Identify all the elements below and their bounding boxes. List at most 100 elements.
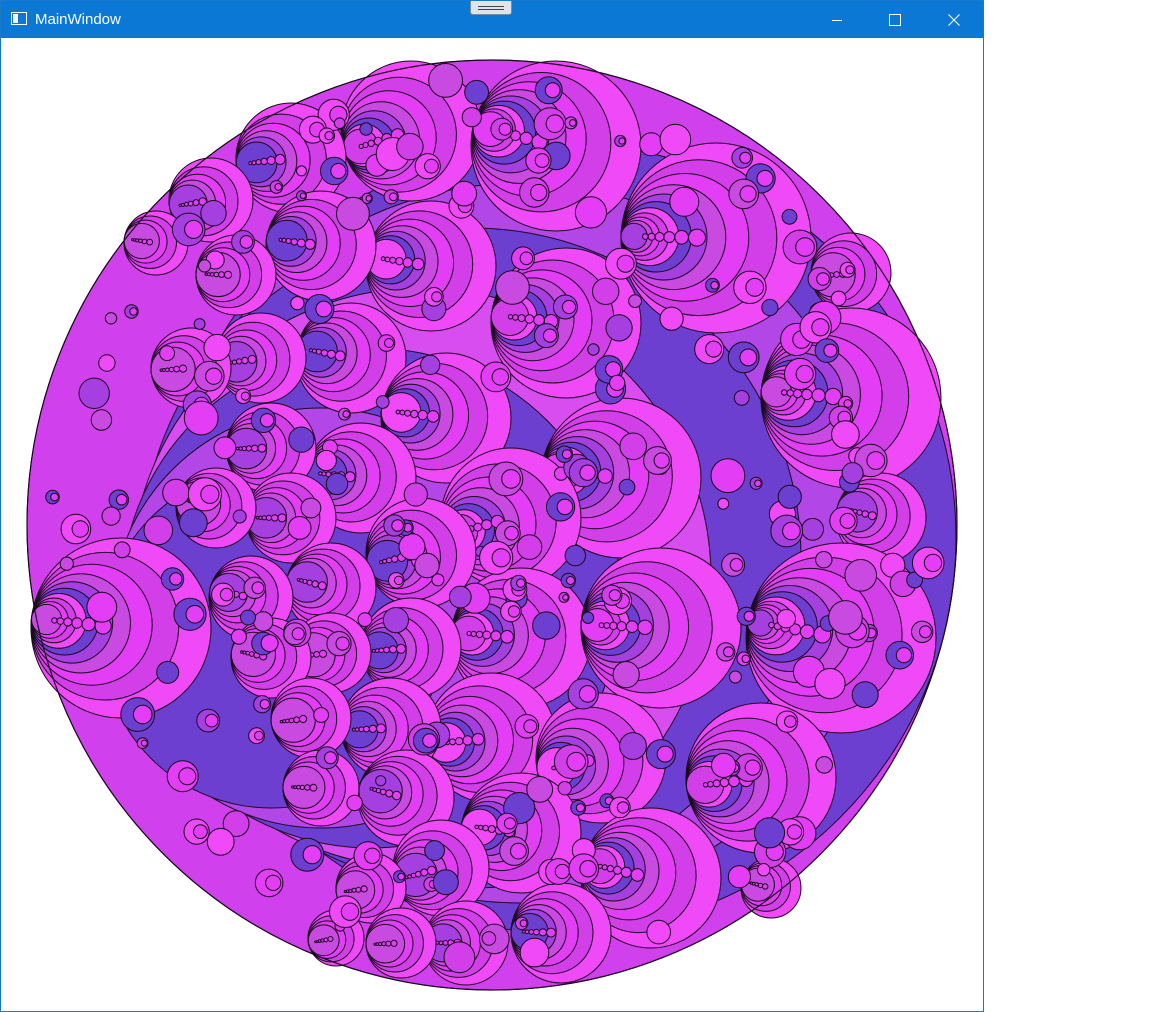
art-circle — [104, 312, 118, 325]
art-circle — [801, 517, 824, 541]
art-circle — [619, 432, 648, 461]
art-circle — [431, 291, 443, 303]
art-circle — [165, 367, 170, 373]
art-circle — [351, 727, 356, 732]
art-circle — [516, 578, 526, 588]
art-circle — [291, 785, 295, 789]
art-circle — [656, 745, 674, 763]
art-circle — [232, 509, 247, 524]
art-circle — [245, 650, 250, 656]
art-circle — [300, 497, 322, 519]
art-circle — [183, 400, 219, 436]
art-circle — [393, 575, 404, 586]
art-circle — [342, 410, 351, 418]
art-circle — [178, 767, 197, 786]
art-circle — [521, 929, 526, 934]
art-circle — [417, 409, 428, 421]
art-circle — [516, 534, 543, 560]
art-circle — [223, 270, 233, 279]
art-circle — [185, 605, 205, 624]
art-circle — [612, 661, 640, 689]
art-circle — [556, 498, 574, 516]
art-circle — [745, 277, 765, 297]
art-circle — [659, 123, 692, 156]
art-circle — [628, 294, 642, 309]
art-circle — [777, 484, 802, 509]
art-circle — [279, 720, 284, 724]
art-circle — [254, 730, 264, 741]
art-circle — [375, 395, 390, 409]
art-circle — [659, 306, 684, 331]
close-button[interactable] — [925, 1, 983, 38]
art-circle — [257, 443, 267, 453]
art-circle — [313, 651, 321, 658]
art-circle — [575, 803, 586, 813]
art-circle — [245, 445, 252, 452]
minimize-button[interactable] — [808, 1, 866, 38]
art-circle — [382, 607, 409, 634]
art-circle — [432, 869, 459, 896]
drag-handle[interactable] — [470, 1, 512, 15]
art-circle — [132, 704, 153, 725]
art-circle — [391, 555, 399, 563]
art-circle — [399, 409, 406, 416]
art-circle — [247, 354, 257, 364]
art-circle — [562, 594, 569, 601]
art-circle — [403, 482, 428, 507]
art-circle — [213, 436, 237, 460]
art-circle — [438, 940, 444, 946]
art-circle — [324, 131, 334, 141]
art-circle — [90, 409, 113, 431]
art-circle — [823, 343, 838, 358]
art-circle — [482, 630, 492, 640]
art-circle — [717, 497, 730, 510]
art-circle — [495, 270, 530, 305]
art-circle — [546, 927, 556, 938]
art-circle — [757, 863, 771, 877]
art-circle — [743, 610, 755, 622]
art-circle — [219, 587, 234, 602]
art-circle — [538, 928, 548, 937]
art-circle — [711, 752, 737, 779]
art-circle — [618, 478, 636, 496]
art-circle — [379, 788, 387, 796]
art-circle — [534, 153, 550, 168]
art-circle — [285, 238, 292, 244]
art-circle — [391, 790, 402, 801]
art-circle — [739, 348, 758, 367]
art-circle — [131, 238, 134, 242]
art-circle — [464, 79, 490, 105]
window-title: MainWindow — [35, 11, 121, 28]
art-circle — [410, 872, 417, 879]
art-circle — [288, 426, 315, 453]
art-circle — [86, 591, 118, 623]
art-circle — [605, 361, 622, 378]
circle-packing-artwork — [26, 59, 958, 991]
art-circle — [364, 847, 381, 864]
art-circle — [500, 630, 514, 644]
art-circle — [354, 727, 360, 732]
art-circle — [397, 872, 406, 881]
art-circle — [579, 464, 596, 481]
art-circle — [260, 634, 279, 653]
art-circle — [653, 452, 670, 469]
art-circle — [253, 611, 274, 632]
art-circle — [238, 446, 243, 451]
art-circle — [193, 318, 206, 330]
art-circle — [710, 281, 719, 290]
art-circle — [470, 630, 477, 638]
art-circle — [781, 208, 798, 225]
art-circle — [895, 647, 913, 664]
art-circle — [56, 617, 65, 625]
art-circle — [379, 560, 384, 565]
art-circle — [530, 183, 548, 202]
art-circle — [625, 620, 639, 634]
art-circle — [378, 647, 385, 654]
art-circle — [323, 937, 329, 943]
title-bar[interactable]: MainWindow — [1, 1, 983, 38]
maximize-button[interactable] — [866, 1, 924, 38]
art-circle — [814, 668, 846, 700]
window-app-icon — [11, 12, 27, 25]
art-circle — [168, 366, 175, 373]
art-circle — [290, 296, 305, 311]
